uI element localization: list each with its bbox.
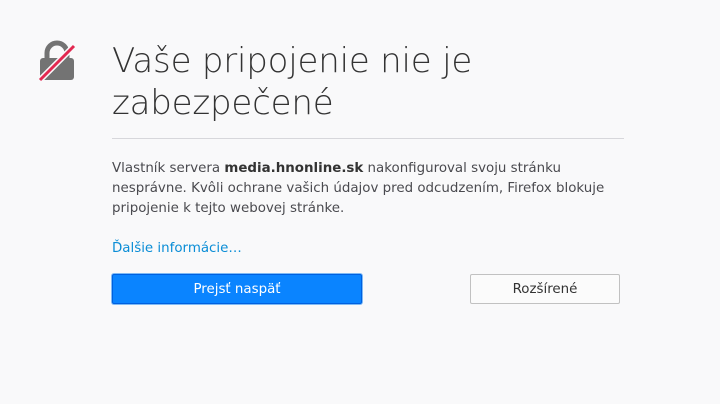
- advanced-button[interactable]: Rozšírené: [470, 274, 620, 304]
- more-info-link[interactable]: Ďalšie informácie…: [112, 241, 242, 256]
- description-prefix: Vlastník servera: [112, 161, 225, 176]
- broken-lock-icon: [37, 40, 77, 82]
- go-back-button[interactable]: Prejsť naspäť: [112, 274, 362, 304]
- button-row: Prejsť naspäť Rozšírené: [112, 274, 624, 304]
- error-page: Vaše pripojenie nie je zabezpečené Vlast…: [0, 0, 720, 404]
- page-title: Vaše pripojenie nie je zabezpečené: [112, 41, 473, 123]
- error-description: Vlastník servera media.hnonline.sk nakon…: [112, 159, 632, 219]
- error-content: Vaše pripojenie nie je zabezpečené Vlast…: [112, 40, 624, 304]
- host-name: media.hnonline.sk: [224, 161, 364, 176]
- title-divider: [112, 138, 624, 139]
